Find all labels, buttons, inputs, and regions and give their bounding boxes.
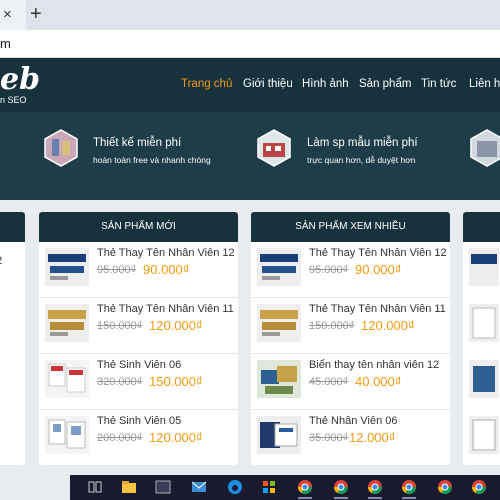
task-view-icon[interactable]: [86, 478, 104, 496]
product-item[interactable]: Thẻ Sinh Viên 05 200.000₫ 120.000₫: [39, 410, 238, 465]
chrome-icon[interactable]: [470, 478, 488, 496]
site-header: eb n SEO Trang chủ Giới thiệu Hình ảnh S…: [0, 58, 500, 112]
store-icon[interactable]: [260, 478, 278, 496]
product-old-price: 200.000₫: [97, 432, 143, 444]
feature-subtitle: hoàn toàn free và nhanh chóng: [93, 155, 211, 165]
browser-tab[interactable]: ×: [0, 0, 26, 30]
chrome-icon[interactable]: [436, 478, 454, 496]
building-hexagon-icon: [470, 129, 500, 167]
address-text[interactable]: m: [0, 36, 11, 51]
feature-title: Thiết kế miễn phí: [93, 137, 182, 149]
product-card-right: [463, 212, 500, 465]
product-thumbnail[interactable]: [257, 304, 301, 342]
edge-icon[interactable]: [226, 478, 244, 496]
running-indicator: [402, 497, 416, 499]
product-item[interactable]: Biển thay tên nhân viên 12 45.000₫ 40.00…: [251, 354, 450, 410]
nav-item-san-pham[interactable]: Sản phẩm: [359, 78, 411, 90]
nav-item-lien-he[interactable]: Liên hệ: [469, 78, 500, 90]
product-thumbnail[interactable]: [469, 248, 499, 286]
running-indicator: [298, 497, 312, 499]
product-old-price: 320.000₫: [97, 376, 143, 388]
product-name[interactable]: 12: [0, 255, 2, 267]
nav-item-hinh-anh[interactable]: Hình ảnh: [302, 78, 349, 90]
new-products-card: SẢN PHẨM MỚI Thẻ Thay Tên Nhân Viên 12 9…: [39, 212, 238, 465]
product-thumbnail[interactable]: [469, 416, 499, 454]
product-old-price: 45.000₫: [309, 376, 349, 388]
card-title: SẢN PHẨM XEM NHIỀU: [251, 212, 450, 242]
logo-subtitle: n SEO: [0, 95, 27, 105]
windows-taskbar: [70, 475, 500, 500]
product-old-price: 95.000₫: [309, 264, 349, 276]
product-old-price: 150.000₫: [309, 320, 355, 332]
product-item[interactable]: Thẻ Thay Tên Nhân Viên 12 95.000₫ 90.000…: [251, 242, 450, 298]
chrome-icon[interactable]: [332, 478, 350, 496]
product-item[interactable]: Thẻ Thay Tên Nhân Viên 11 150.000₫ 120.0…: [39, 298, 238, 354]
product-thumbnail[interactable]: [469, 304, 499, 342]
feature-subtitle: trực quan hơn, dễ duyệt hơn: [307, 155, 416, 165]
card-header: [0, 212, 25, 242]
site-logo[interactable]: eb: [0, 62, 40, 97]
chrome-icon[interactable]: [296, 478, 314, 496]
product-old-price: 35.000₫: [309, 432, 349, 444]
features-strip: Thiết kế miễn phí hoàn toàn free và nhan…: [0, 112, 500, 200]
product-price: 90.000₫: [143, 262, 190, 277]
product-name[interactable]: Thẻ Thay Tên Nhân Viên 11: [309, 303, 446, 315]
product-price: 150.000₫: [149, 374, 203, 389]
product-name[interactable]: Thẻ Thay Tên Nhân Viên 11: [97, 303, 234, 315]
product-old-price: 150.000₫: [97, 320, 143, 332]
card-header: [463, 212, 500, 242]
product-item[interactable]: Thẻ Nhân Viên 06 35.000₫ 12.000₫: [251, 410, 450, 465]
product-thumbnail[interactable]: [45, 416, 89, 454]
product-thumbnail[interactable]: [45, 248, 89, 286]
card-title: SẢN PHẨM MỚI: [39, 212, 238, 242]
product-price: 120.000₫: [361, 318, 415, 333]
product-name[interactable]: Biển thay tên nhân viên 12: [309, 359, 439, 371]
nav-item-gioi-thieu[interactable]: Giới thiệu: [243, 78, 293, 90]
product-name[interactable]: Thẻ Thay Tên Nhân Viên 12: [309, 247, 447, 259]
product-price: 120.000₫: [149, 430, 203, 445]
file-explorer-icon[interactable]: [120, 478, 138, 496]
product-name[interactable]: Thẻ Thay Tên Nhân Viên 12: [97, 247, 235, 259]
close-tab-icon[interactable]: ×: [3, 6, 12, 23]
address-bar[interactable]: m: [0, 30, 500, 58]
nav-item-tin-tuc[interactable]: Tin tức: [421, 78, 456, 90]
mail-icon[interactable]: [190, 478, 208, 496]
product-thumbnail[interactable]: [257, 248, 301, 286]
running-indicator: [334, 497, 348, 499]
product-item[interactable]: Thẻ Thay Tên Nhân Viên 12 95.000₫ 90.000…: [39, 242, 238, 298]
product-thumbnail[interactable]: [469, 360, 499, 398]
product-price: 12.000₫: [349, 430, 396, 445]
feature-title: Làm sp mẫu miễn phí: [307, 137, 418, 149]
chrome-icon[interactable]: [400, 478, 418, 496]
new-tab-icon[interactable]: +: [30, 3, 42, 26]
nav-item-trang-chu[interactable]: Trang chủ: [181, 78, 232, 90]
product-thumbnail[interactable]: [45, 304, 89, 342]
browser-tab-strip: × +: [0, 0, 500, 30]
product-item[interactable]: Thẻ Sinh Viên 06 320.000₫ 150.000₫: [39, 354, 238, 410]
product-price: 120.000₫: [149, 318, 203, 333]
product-name[interactable]: Thẻ Sinh Viên 06: [97, 359, 181, 371]
product-thumbnail[interactable]: [257, 360, 301, 398]
calendar-icon[interactable]: [154, 478, 172, 496]
running-indicator: [368, 497, 382, 499]
product-card-left: 12: [0, 212, 25, 465]
product-price: 40.000₫: [355, 374, 402, 389]
product-price: 90.000₫: [355, 262, 402, 277]
chrome-icon[interactable]: [366, 478, 384, 496]
sample-hexagon-icon: [257, 129, 291, 167]
product-thumbnail[interactable]: [45, 360, 89, 398]
product-thumbnail[interactable]: [257, 416, 301, 454]
most-viewed-card: SẢN PHẨM XEM NHIỀU Thẻ Thay Tên Nhân Viê…: [251, 212, 450, 465]
product-old-price: 95.000₫: [97, 264, 137, 276]
product-name[interactable]: Thẻ Sinh Viên 05: [97, 415, 181, 427]
product-name[interactable]: Thẻ Nhân Viên 06: [309, 415, 397, 427]
design-hexagon-icon: [44, 129, 78, 167]
product-item[interactable]: Thẻ Thay Tên Nhân Viên 11 150.000₫ 120.0…: [251, 298, 450, 354]
